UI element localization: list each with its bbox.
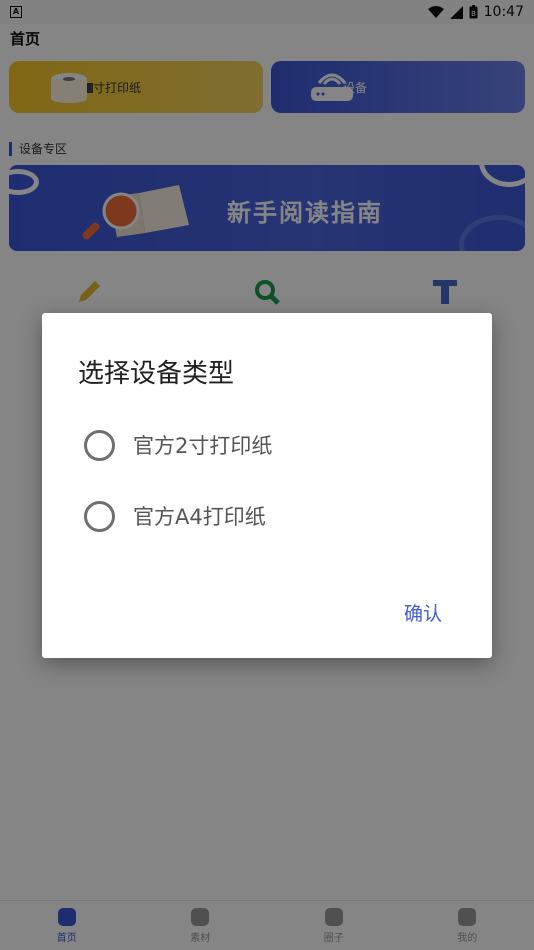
radio-button[interactable] [84,429,115,461]
option-label: 官方2寸打印纸 [133,434,273,458]
option-2inch-paper[interactable]: 官方2寸打印纸 [84,420,464,470]
device-type-dialog: 选择设备类型 官方2寸打印纸 官方A4打印纸 确认 [42,313,492,658]
dialog-title: 选择设备类型 [78,359,235,389]
option-label: 官方A4打印纸 [133,505,266,529]
confirm-button[interactable]: 确认 [404,599,442,626]
radio-button[interactable] [84,500,115,532]
option-a4-paper[interactable]: 官方A4打印纸 [84,491,464,541]
